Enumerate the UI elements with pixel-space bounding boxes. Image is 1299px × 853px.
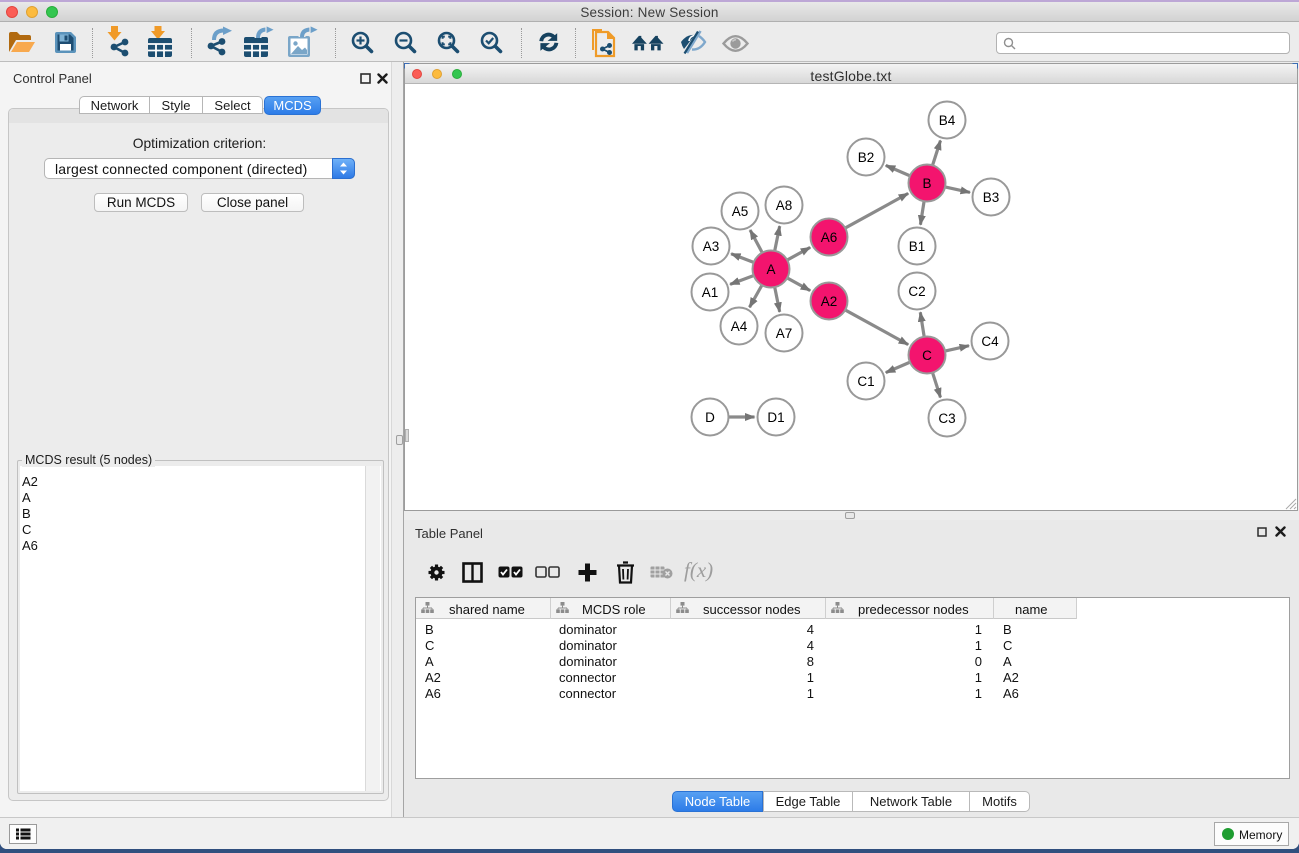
svg-text:B: B: [922, 176, 931, 191]
svg-text:C2: C2: [908, 284, 925, 299]
svg-text:B2: B2: [858, 150, 875, 165]
svg-text:A3: A3: [703, 239, 720, 254]
svg-text:C3: C3: [938, 411, 955, 426]
svg-text:B1: B1: [909, 239, 926, 254]
svg-text:B4: B4: [939, 113, 956, 128]
svg-text:A5: A5: [732, 204, 749, 219]
svg-text:D: D: [705, 410, 715, 425]
svg-text:A2: A2: [821, 294, 838, 309]
svg-text:A8: A8: [776, 198, 793, 213]
svg-text:A: A: [766, 262, 775, 277]
svg-text:A4: A4: [731, 319, 748, 334]
svg-text:D1: D1: [767, 410, 784, 425]
svg-text:C1: C1: [857, 374, 874, 389]
svg-text:A7: A7: [776, 326, 793, 341]
svg-text:C4: C4: [981, 334, 999, 349]
svg-text:C: C: [922, 348, 932, 363]
svg-text:B3: B3: [983, 190, 1000, 205]
svg-text:A6: A6: [821, 230, 838, 245]
svg-text:A1: A1: [702, 285, 719, 300]
